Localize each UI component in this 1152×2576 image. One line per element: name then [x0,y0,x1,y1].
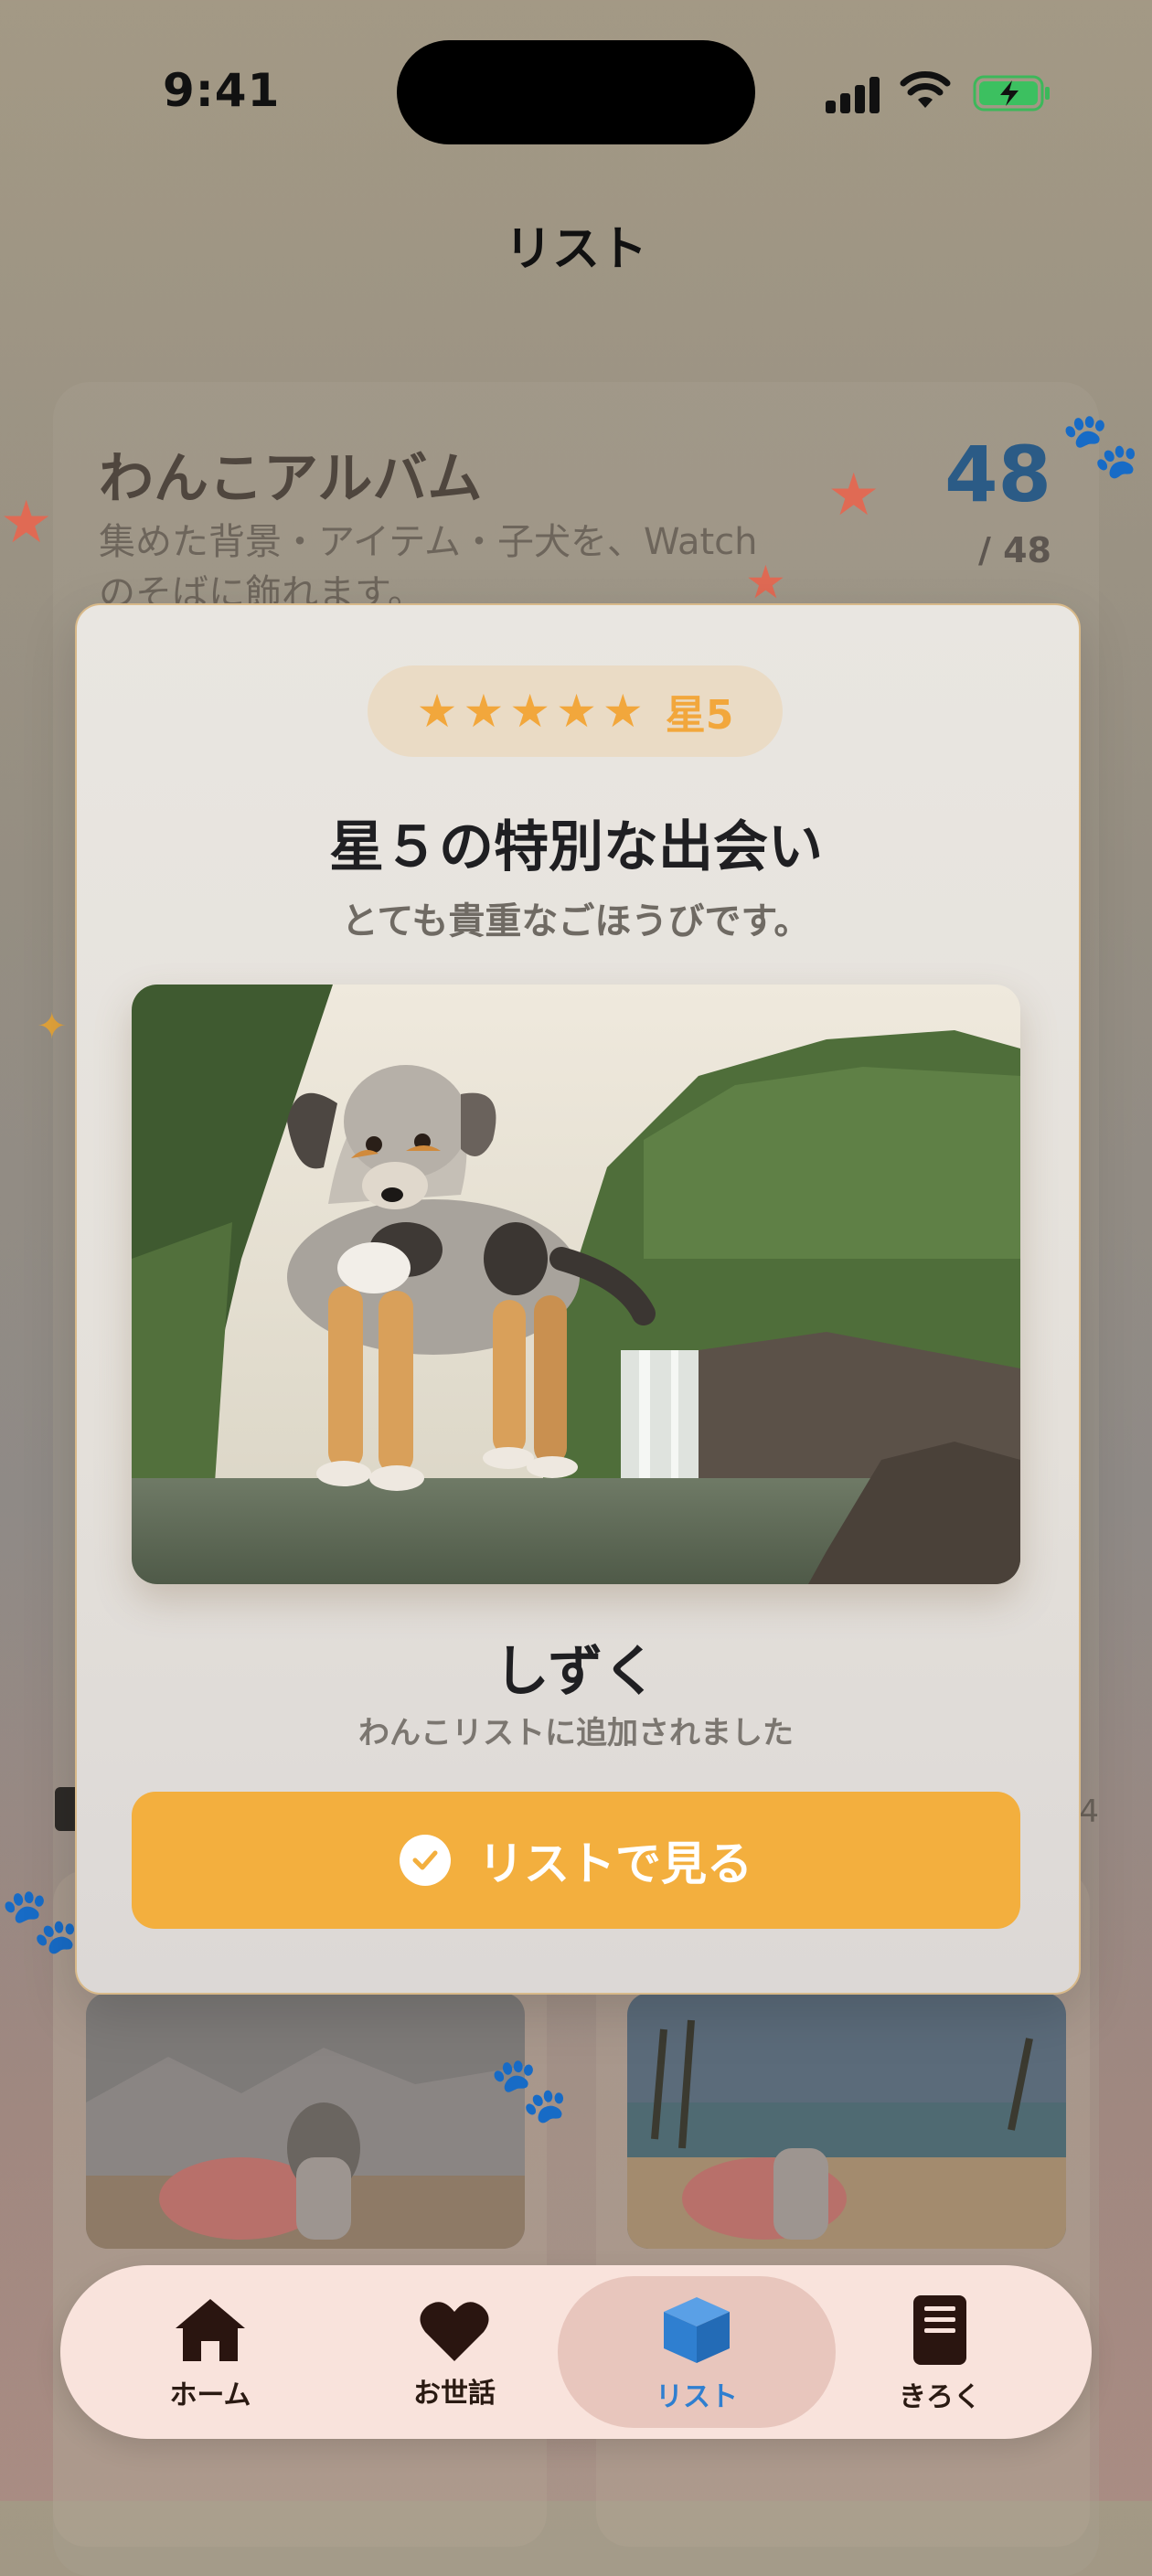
star-icon: ★ [416,685,458,738]
star-icon: ★ [509,685,551,738]
tab-care[interactable]: お世話 [317,2276,592,2432]
dog-name: しずく [494,1640,658,1704]
modal-subheading: とても貴重なごほうびです。 [341,900,811,942]
paw-decoration-icon: 🐾 [489,2052,570,2127]
view-list-button-label: リストで見る [478,1837,752,1890]
tab-list[interactable]: リスト [560,2276,834,2432]
tab-label: お世話 [413,2378,496,2410]
checkmark-icon [400,1835,451,1886]
album-title: わんこアルバム [99,447,483,511]
page-title: リスト [504,222,647,277]
dog-hero-image [132,985,1020,1584]
star-icon: ★ [602,685,644,738]
tab-label: ホーム [169,2379,251,2411]
paw-decoration-icon: 🐾 [0,1883,80,1958]
star-icon: ★ [556,685,597,738]
star-icon: ★ [463,685,505,738]
album-total: / 48 [978,530,1051,570]
tab-label: きろく [899,2381,981,2413]
album-subtitle: 集めた背景・アイテム・子犬を、Watch のそばに飾れます。 [99,516,858,615]
heart-icon [420,2302,489,2361]
star-decoration-icon: ★ [827,462,880,529]
section-count: 4 [1079,1794,1099,1830]
album-item-thumbnail [627,1993,1066,2249]
star-decoration-icon: ★ [0,489,53,557]
album-item-thumbnail [86,1993,525,2249]
dynamic-island [397,40,755,144]
paw-decoration-icon: 🐾 [1061,408,1141,483]
star-decoration-icon: ★ [745,556,786,609]
sparkle-decoration-icon: ✦ [37,1006,68,1048]
album-subtitle-line1: 集めた背景・アイテム・子犬を、Watch [99,521,758,563]
cellular-signal-icon [826,75,882,113]
book-icon [913,2295,966,2365]
added-message: わんこリストに追加されました [358,1715,794,1751]
view-list-button[interactable]: リストで見る [132,1792,1020,1929]
modal-heading: 星５の特別な出会い [329,815,823,879]
rating-badge: ★ ★ ★ ★ ★ 星5 [368,665,783,757]
box-icon [664,2297,730,2363]
tab-records[interactable]: きろく [803,2276,1077,2432]
rating-label: 星5 [665,692,734,739]
tab-home[interactable]: ホーム [73,2276,347,2432]
battery-charging-icon [973,75,1050,112]
tab-label: リスト [656,2381,738,2413]
status-time: 9:41 [163,64,281,117]
house-icon [176,2299,245,2361]
album-count: 48 [944,430,1051,519]
wifi-icon [900,71,951,108]
